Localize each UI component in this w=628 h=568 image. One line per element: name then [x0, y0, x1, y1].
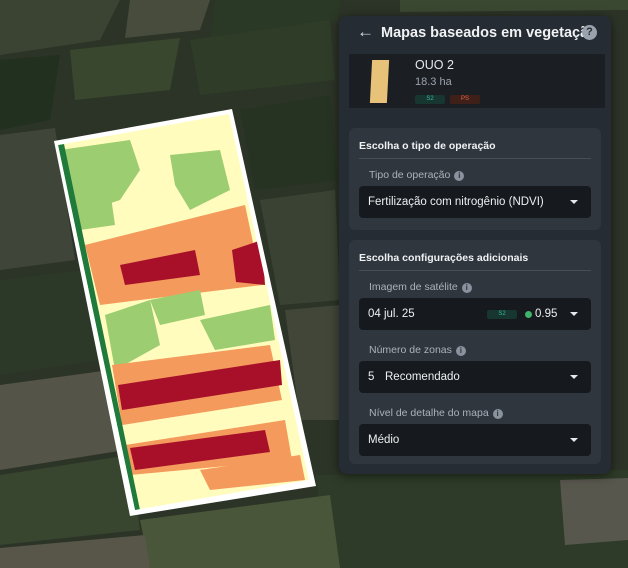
info-icon[interactable]: i [454, 171, 465, 181]
operation-type-select[interactable]: Fertilização com nitrogênio (NDVI) [359, 186, 591, 218]
detail-level-value: Médio [368, 434, 400, 446]
settings-section-title: Escolha configurações adicionais [359, 252, 529, 264]
section-divider [359, 158, 591, 159]
caret-down-icon [570, 438, 578, 442]
ndvi-value: 0.95 [535, 308, 558, 320]
satellite-image-label: Imagem de satélite i [369, 281, 472, 293]
detail-level-select[interactable]: Médio [359, 424, 591, 456]
additional-settings-card: Escolha configurações adicionais Imagem … [349, 240, 601, 464]
field-name: OUO 2 [415, 58, 454, 72]
info-icon[interactable]: i [455, 346, 466, 356]
caret-down-icon [570, 200, 578, 204]
satellite-image-select[interactable]: 04 jul. 25 S2 0.95 [359, 298, 591, 330]
panel-title: Mapas baseados em vegetação [381, 25, 597, 41]
operation-section-title: Escolha o tipo de operação [359, 140, 496, 152]
operation-type-card: Escolha o tipo de operação Tipo de opera… [349, 128, 601, 230]
source-badge-s2: S2 [415, 95, 445, 104]
vegetation-maps-panel: ← Mapas baseados em vegetação ? OUO 2 18… [339, 16, 611, 474]
section-divider [359, 270, 591, 271]
field-thumbnail [369, 60, 390, 103]
zones-recommended: Recomendado [385, 371, 460, 383]
zones-label: Número de zonas i [369, 344, 466, 356]
satellite-date: 04 jul. 25 [368, 308, 415, 320]
field-info[interactable]: OUO 2 18.3 ha S2 PS [349, 54, 605, 108]
caret-down-icon [570, 375, 578, 379]
source-badge-ps: PS [450, 95, 480, 104]
info-icon[interactable]: i [461, 283, 472, 293]
field-area: 18.3 ha [415, 76, 452, 88]
zones-count: 5 [368, 371, 375, 383]
satellite-source-badge: S2 [487, 310, 517, 319]
info-icon[interactable]: i [492, 409, 503, 419]
detail-level-label: Nível de detalhe do mapa i [369, 407, 503, 419]
back-arrow-icon[interactable]: ← [357, 23, 374, 41]
zones-select[interactable]: 5 Recomendado [359, 361, 591, 393]
ndvi-status-dot [525, 311, 532, 318]
operation-type-value: Fertilização com nitrogênio (NDVI) [368, 196, 544, 208]
help-icon[interactable]: ? [582, 25, 597, 40]
operation-type-label: Tipo de operação i [369, 169, 465, 181]
caret-down-icon [570, 312, 578, 316]
panel-header: ← Mapas baseados em vegetação ? [339, 16, 611, 52]
